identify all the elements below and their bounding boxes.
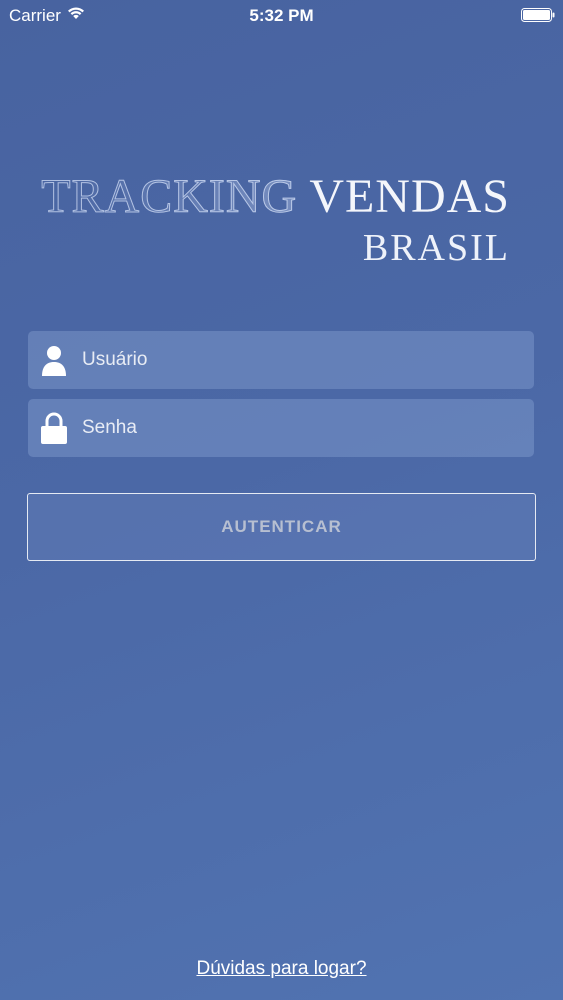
logo-title: TRACKING VENDAS [41, 170, 510, 223]
password-input[interactable] [82, 399, 522, 457]
password-field[interactable] [28, 399, 534, 457]
status-time: 5:32 PM [249, 6, 314, 25]
username-input[interactable] [82, 331, 522, 389]
app-logo: TRACKING VENDAS BRASIL [0, 170, 563, 272]
logo-subtitle: BRASIL [362, 227, 510, 269]
status-bar: Carrier 5:32 PM [0, 0, 563, 30]
user-icon [42, 346, 66, 376]
username-field[interactable] [28, 331, 534, 389]
logo-word-vendas: VENDAS [297, 170, 510, 223]
lock-icon [41, 412, 67, 444]
logo-word-tracking: TRACKING [41, 170, 298, 223]
authenticate-button[interactable]: AUTENTICAR [27, 493, 536, 561]
battery-icon [521, 8, 555, 22]
login-help-link[interactable]: Dúvidas para logar? [0, 958, 563, 980]
